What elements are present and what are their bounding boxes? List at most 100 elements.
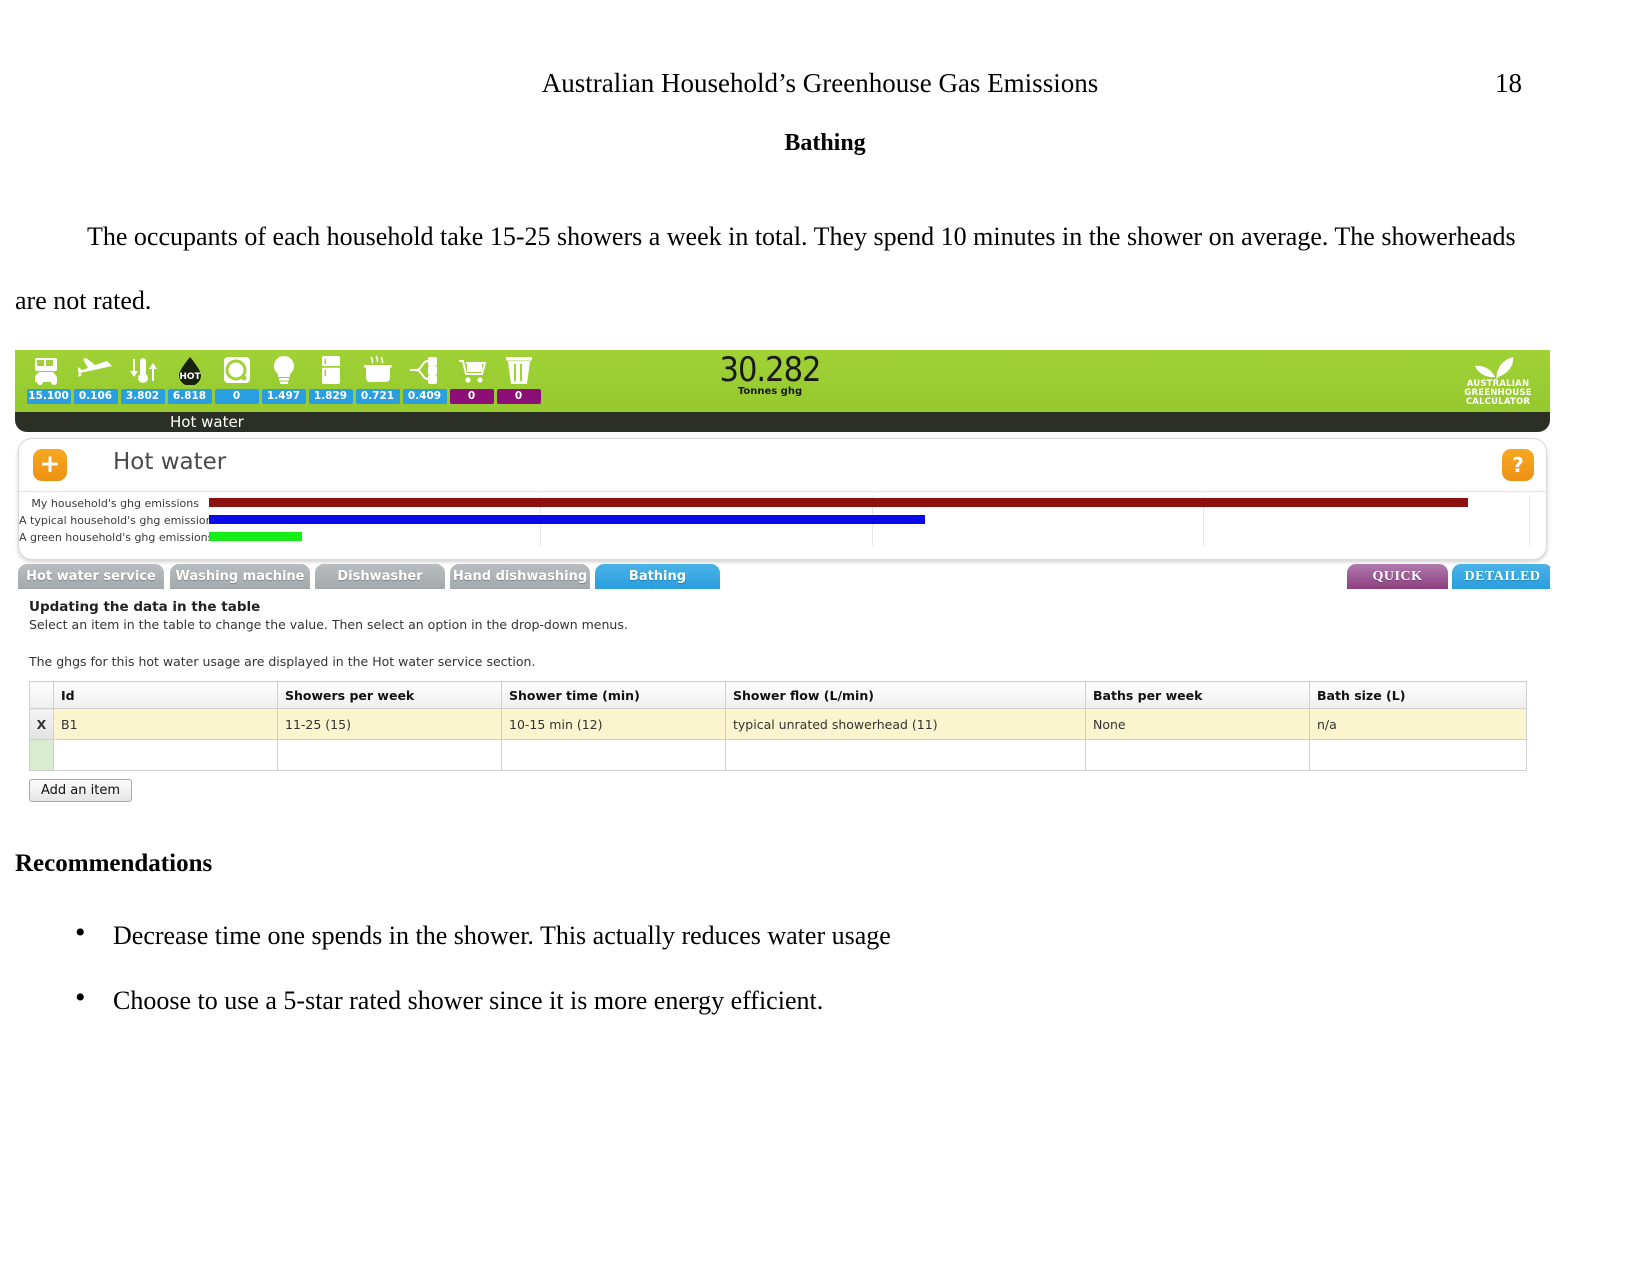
leaf-icon [1452,354,1544,380]
hot-water-drop-icon: HOT [172,352,208,388]
section-heading: Bathing [784,130,866,156]
appliances-plug-icon [407,352,443,388]
cell-baths-per-week[interactable]: None [1085,708,1310,740]
tab-quick[interactable]: QUICK [1347,564,1448,589]
tab-content-bathing: Updating the data in the table Select an… [15,589,1550,802]
tab-hand-dishwashing[interactable]: Hand dishwashing [450,564,590,589]
cell-shower-time[interactable]: 10-15 min (12) [501,708,726,740]
cell-empty[interactable] [501,739,726,771]
chart-track [209,529,1534,546]
delete-row-button[interactable]: X [29,708,54,740]
chart-row: My household's ghg emissions [19,495,1546,512]
column-header-shower-time: Shower time (min) [501,681,726,709]
chart-category-label: A green household's ghg emissions [19,531,214,544]
tab-detailed[interactable]: DETAILED [1452,564,1550,589]
category-value: 3.802 [120,389,165,404]
new-row-marker [29,739,54,771]
cell-empty[interactable] [1085,739,1310,771]
column-header-showers-per-week: Showers per week [277,681,502,709]
category-value: 0.409 [402,389,447,404]
breadcrumb: Hot water [170,413,244,431]
column-header-actions [29,681,54,709]
category-value: 15.100 [26,389,71,404]
category-shopping[interactable]: 0 [448,352,495,404]
chart-bar-green-household [209,532,302,541]
hot-water-panel: + Hot water ? My household's ghg emissio… [18,438,1547,560]
expand-plus-button[interactable]: + [33,449,67,481]
table-header-row: Id Showers per week Shower time (min) Sh… [29,681,1527,709]
column-header-baths-per-week: Baths per week [1085,681,1310,709]
category-lighting[interactable]: 1.497 [260,352,307,404]
recommendations-list: Decrease time one spends in the shower. … [15,917,1575,1050]
category-waste[interactable]: 0 [495,352,542,404]
chart-bar-my-household [209,498,1468,507]
panel-title: Hot water [113,449,227,475]
total-emissions: 30.282 Tonnes ghg [705,352,835,397]
cell-showers-per-week[interactable]: 11-25 (15) [277,708,502,740]
chart-category-label: A typical household's ghg emissions [19,514,219,527]
column-header-bath-size: Bath size (L) [1309,681,1527,709]
svg-text:HOT: HOT [179,372,201,382]
page-title: Australian Household’s Greenhouse Gas Em… [541,68,1099,98]
category-value: 0.721 [355,389,400,404]
emissions-comparison-chart: My household's ghg emissions A typical h… [19,492,1546,561]
chart-bar-typical-household [209,515,925,524]
cell-shower-flow[interactable]: typical unrated showerhead (11) [725,708,1086,740]
body-paragraph: The occupants of each household take 15-… [15,222,1516,315]
cell-empty[interactable] [277,739,502,771]
help-button[interactable]: ? [1502,449,1534,481]
brand-line-3: CALCULATOR [1465,397,1531,407]
cell-empty[interactable] [1309,739,1527,771]
category-icon-strip: 15.100 0.106 3.802 HOT 6.818 0 1.497 1.8… [25,352,542,404]
category-value: 6.818 [167,389,212,404]
panel-header: + Hot water ? [19,439,1546,492]
column-header-shower-flow: Shower flow (L/min) [725,681,1086,709]
washing-machine-icon [219,352,255,388]
document-header: Australian Household’s Greenhouse Gas Em… [0,68,1650,102]
category-appliances[interactable]: 0.409 [401,352,448,404]
column-header-id: Id [53,681,278,709]
total-emissions-value: 30.282 [719,350,822,390]
tab-bar: Hot water service Washing machine Dishwa… [18,564,1550,591]
category-heating-cooling[interactable]: 3.802 [119,352,166,404]
cell-empty[interactable] [725,739,1086,771]
waste-bin-icon [501,352,537,388]
breadcrumb-bar: Hot water [15,412,1550,432]
category-value: 0.106 [73,389,118,404]
tab-washing-machine[interactable]: Washing machine [170,564,310,589]
calculator-top-bar: 15.100 0.106 3.802 HOT 6.818 0 1.497 1.8… [15,350,1550,412]
category-flights[interactable]: 0.106 [72,352,119,404]
category-value: 0 [496,389,541,404]
chart-track [209,495,1534,512]
category-value: 0 [214,389,259,404]
category-car-bus[interactable]: 15.100 [25,352,72,404]
chart-track [209,512,1534,529]
category-hot-water[interactable]: HOT 6.818 [166,352,213,404]
cell-empty[interactable] [53,739,278,771]
category-washing-machine[interactable]: 0 [213,352,260,404]
light-bulb-icon [266,352,302,388]
recommendation-item: Choose to use a 5-star rated shower sinc… [75,982,1575,1017]
thermometer-icon [125,352,161,388]
instructions-subtext: Select an item in the table to change th… [29,617,628,632]
table-row-empty[interactable] [29,739,1527,771]
tab-hot-water-service[interactable]: Hot water service [18,564,164,589]
tab-bathing[interactable]: Bathing [595,564,720,589]
cell-id[interactable]: B1 [53,708,278,740]
instructions-note: The ghgs for this hot water usage are di… [29,654,536,669]
category-refrigeration[interactable]: 1.829 [307,352,354,404]
category-cooking[interactable]: 0.721 [354,352,401,404]
cell-bath-size[interactable]: n/a [1309,708,1527,740]
category-value: 1.497 [261,389,306,404]
table-row[interactable]: X B1 11-25 (15) 10-15 min (12) typical u… [29,708,1527,740]
add-item-button[interactable]: Add an item [29,779,133,802]
calculator-screenshot: 15.100 0.106 3.802 HOT 6.818 0 1.497 1.8… [15,350,1550,810]
tab-dishwasher[interactable]: Dishwasher [315,564,445,589]
shopping-trolley-icon [454,352,490,388]
chart-row: A typical household's ghg emissions [19,512,1546,529]
cooking-pot-icon [360,352,396,388]
recommendation-item: Decrease time one spends in the shower. … [75,917,1575,952]
category-value: 0 [449,389,494,404]
category-value: 1.829 [308,389,353,404]
bathing-table: Id Showers per week Shower time (min) Sh… [29,681,1527,771]
